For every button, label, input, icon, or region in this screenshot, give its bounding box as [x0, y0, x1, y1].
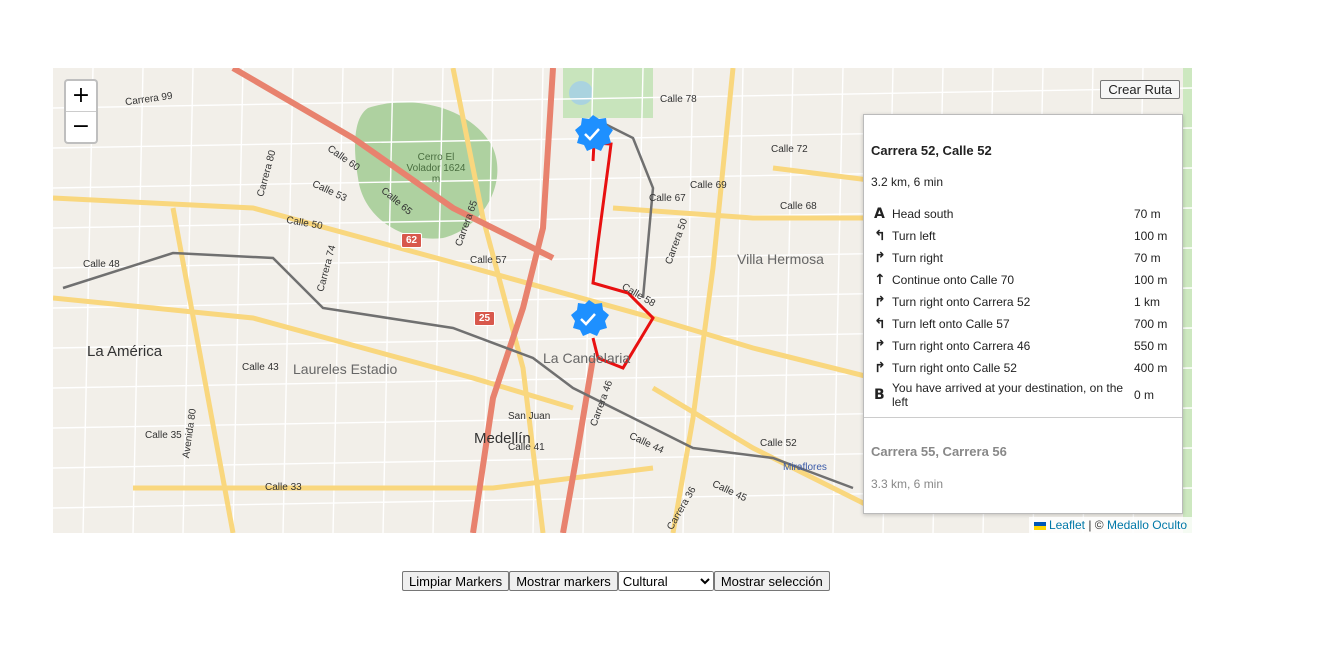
instruction-row[interactable]: ↰ Turn left 100 m — [874, 225, 1174, 247]
instruction-text: Continue onto Calle 70 — [892, 273, 1015, 287]
instruction-text: Turn right onto Calle 52 — [892, 361, 1017, 375]
instruction-text: Turn left — [892, 229, 936, 243]
instruction-text: Turn left onto Calle 57 — [892, 317, 1010, 331]
destination-icon: B — [874, 387, 885, 403]
instruction-distance: 700 m — [1134, 317, 1168, 331]
instruction-text: Turn right — [892, 251, 943, 265]
route-name[interactable]: Carrera 52, Calle 52 — [871, 143, 1182, 158]
source-link[interactable]: Medallo Oculto — [1107, 518, 1187, 532]
attribution-separator: | © — [1084, 518, 1107, 532]
instruction-distance: 100 m — [1134, 273, 1168, 287]
instruction-text: Turn right onto Carrera 52 — [892, 295, 1031, 309]
show-markers-button[interactable]: Mostrar markers — [509, 571, 618, 591]
instructions-table: A Head south 70 m ↰ Turn left 100 m ↱ Turn righ… — [874, 203, 1174, 411]
instruction-row[interactable]: ↱ Turn right 70 m — [874, 247, 1174, 269]
route-summary: 3.2 km, 6 min — [871, 175, 944, 189]
route-line — [591, 141, 655, 370]
instruction-row[interactable]: ↱ Turn right onto Calle 52 400 m — [874, 357, 1174, 379]
turn-left-icon: ↰ — [874, 228, 886, 244]
turn-right-icon: ↱ — [874, 250, 886, 266]
instruction-text: You have arrived at your destination, on… — [892, 381, 1124, 409]
instruction-row[interactable]: ↱ Turn right onto Carrera 46 550 m — [874, 335, 1174, 357]
turn-right-icon: ↱ — [874, 360, 886, 376]
route-shield-62: 62 — [401, 233, 423, 248]
instruction-row[interactable]: ↰ Turn left onto Calle 57 700 m — [874, 313, 1174, 335]
map[interactable]: La América Laureles Estadio La Candelari… — [53, 68, 1192, 533]
primary-roads — [53, 68, 954, 533]
instruction-distance: 0 m — [1134, 388, 1155, 402]
instruction-distance: 70 m — [1134, 251, 1161, 265]
instruction-text: Turn right onto Carrera 46 — [892, 339, 1031, 353]
turn-right-icon: ↱ — [874, 338, 886, 354]
attribution: Leaflet | © Medallo Oculto — [1028, 517, 1192, 533]
instruction-text: Head south — [892, 207, 954, 221]
instruction-row[interactable]: ↱ Turn right onto Carrera 52 1 km — [874, 291, 1174, 313]
route-shield-25: 25 — [474, 311, 496, 326]
controls-bar: Limpiar Markers Mostrar markers Cultural… — [402, 571, 830, 591]
routing-panel: Carrera 52, Calle 52 3.2 km, 6 min A Head… — [863, 114, 1183, 514]
marker-start-icon — [575, 115, 613, 151]
zoom-control: + − — [64, 79, 98, 144]
turn-right-icon: ↱ — [874, 294, 886, 310]
instruction-distance: 100 m — [1134, 229, 1168, 243]
instruction-row[interactable]: ↑ Continue onto Calle 70 100 m — [874, 269, 1174, 291]
ukraine-flag-icon — [1033, 521, 1046, 530]
zoom-out-button[interactable]: − — [66, 111, 96, 142]
start-icon: A — [874, 206, 885, 222]
instruction-distance: 400 m — [1134, 361, 1168, 375]
alternative-route-name[interactable]: Carrera 55, Carrera 56 — [871, 444, 1182, 459]
category-select[interactable]: Cultural — [617, 571, 714, 591]
route-separator — [864, 417, 1182, 418]
instruction-row[interactable]: B You have arrived at your destination, o… — [874, 379, 1174, 411]
straight-icon: ↑ — [874, 272, 886, 288]
clear-markers-button[interactable]: Limpiar Markers — [402, 571, 510, 591]
instruction-row[interactable]: A Head south 70 m — [874, 203, 1174, 225]
instruction-distance: 70 m — [1134, 207, 1161, 221]
show-selection-button[interactable]: Mostrar selección — [713, 571, 830, 591]
green-area — [1183, 68, 1192, 533]
zoom-in-button[interactable]: + — [66, 81, 96, 111]
lake — [569, 81, 593, 105]
leaflet-link[interactable]: Leaflet — [1049, 518, 1085, 532]
alternative-route-summary: 3.3 km, 6 min — [871, 477, 944, 491]
instruction-distance: 1 km — [1134, 295, 1161, 309]
create-route-button[interactable]: Crear Ruta — [1100, 80, 1180, 99]
instruction-distance: 550 m — [1134, 339, 1168, 353]
turn-left-icon: ↰ — [874, 316, 886, 332]
